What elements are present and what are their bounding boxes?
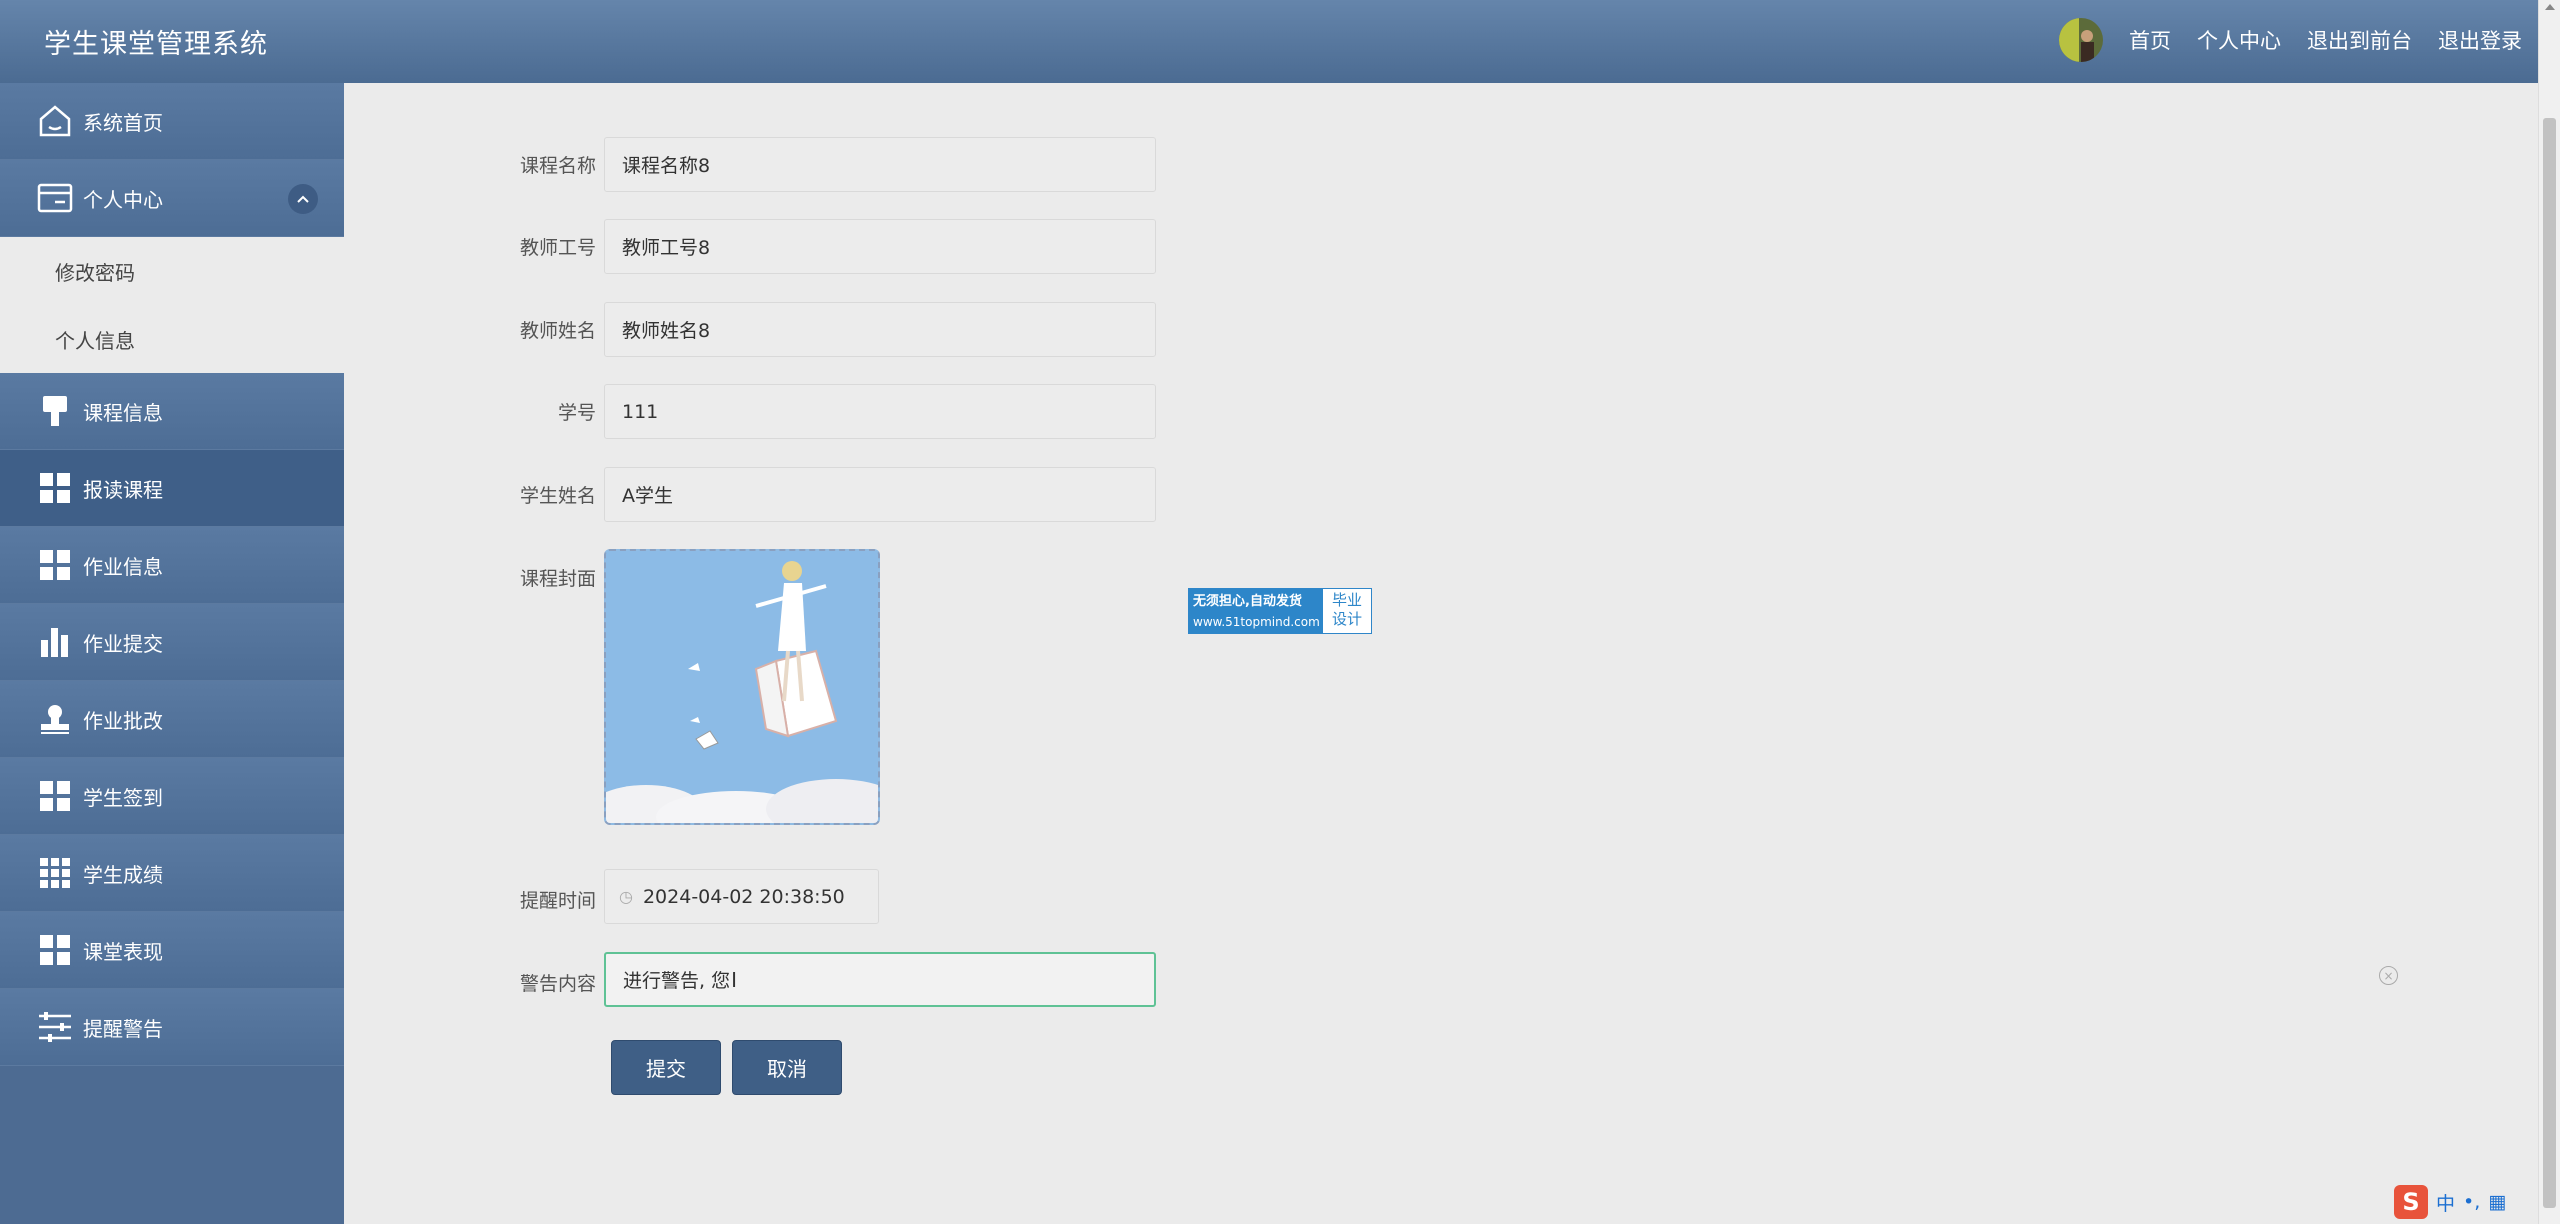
top-header: 学生课堂管理系统 首页 个人中心 退出到前台 退出登录 xyxy=(0,0,2538,83)
remind-time-label: 提醒时间 xyxy=(519,890,596,912)
ime-punct: •, xyxy=(2463,1191,2481,1213)
clear-icon[interactable]: × xyxy=(2379,966,2398,985)
text-cursor-icon: I xyxy=(731,967,737,992)
sidebar-item-label: 作业提交 xyxy=(83,631,163,656)
warning-content-input[interactable]: 进行警告, 您 I xyxy=(604,952,1156,1007)
nav-back-to-front-link[interactable]: 退出到前台 xyxy=(2307,25,2412,55)
sidebar-item-label: 系统首页 xyxy=(83,110,163,135)
watermark-line1: 无须担心,自动发货 xyxy=(1193,594,1302,609)
cancel-button[interactable]: 取消 xyxy=(732,1040,842,1095)
sidebar-item-label: 学生签到 xyxy=(83,785,163,810)
warning-content-value: 进行警告, 您 xyxy=(623,970,731,992)
chevron-up-icon[interactable] xyxy=(288,184,318,214)
stamp-icon xyxy=(35,699,75,739)
grid-icon xyxy=(35,930,75,970)
warning-content-label: 警告内容 xyxy=(519,973,596,995)
course-name-label: 课程名称 xyxy=(519,155,596,177)
nav-logout-link[interactable]: 退出登录 xyxy=(2438,25,2522,55)
grid-icon xyxy=(35,776,75,816)
clock-icon: ◷ xyxy=(619,887,633,906)
watermark-badge: 无须担心,自动发货 www.51topmind.com 毕业 设计 xyxy=(1188,588,1372,634)
student-name-label: 学生姓名 xyxy=(519,485,596,507)
watermark-right: 毕业 设计 xyxy=(1323,589,1371,633)
sidebar-item-label: 课堂表现 xyxy=(83,939,163,964)
watermark-right1: 毕业 xyxy=(1331,591,1362,609)
sidebar-item-student-checkin[interactable]: 学生签到 xyxy=(0,758,344,835)
app-title: 学生课堂管理系统 xyxy=(44,29,268,60)
student-id-label: 学号 xyxy=(557,402,596,424)
user-avatar[interactable] xyxy=(2059,18,2103,62)
scroll-thumb[interactable] xyxy=(2543,118,2556,1208)
remind-time-picker[interactable]: ◷ 2024-04-02 20:38:50 xyxy=(604,869,879,924)
header-nav: 首页 个人中心 退出到前台 退出登录 xyxy=(2059,18,2522,62)
submit-button[interactable]: 提交 xyxy=(611,1040,721,1095)
scroll-up-arrow-icon[interactable] xyxy=(2545,4,2555,10)
vertical-scrollbar[interactable] xyxy=(2538,0,2560,1224)
course-cover-label: 课程封面 xyxy=(519,568,596,590)
student-name-field[interactable]: A学生 xyxy=(604,467,1156,522)
teacher-name-field[interactable]: 教师姓名8 xyxy=(604,302,1156,357)
nav-home-link[interactable]: 首页 xyxy=(2129,25,2171,55)
teacher-name-label: 教师姓名 xyxy=(519,320,596,342)
watermark-right2: 设计 xyxy=(1331,610,1362,628)
sidebar-item-home[interactable]: 系统首页 xyxy=(0,83,344,160)
card-icon xyxy=(35,178,75,218)
course-name-field[interactable]: 课程名称8 xyxy=(604,137,1156,192)
bar-chart-icon xyxy=(35,622,75,662)
sidebar-item-label: 学生成绩 xyxy=(83,862,163,887)
watermark-line2: www.51topmind.com xyxy=(1193,615,1320,629)
ime-mode: 中 xyxy=(2436,1192,2456,1215)
nav-personal-center-link[interactable]: 个人中心 xyxy=(2197,25,2281,55)
teacher-id-label: 教师工号 xyxy=(519,237,596,259)
ime-grid-icon: ▦ xyxy=(2488,1191,2507,1213)
sidebar-item-homework-review[interactable]: 作业批改 xyxy=(0,681,344,758)
sidebar-item-label: 个人中心 xyxy=(83,187,163,212)
sidebar-item-label: 提醒警告 xyxy=(83,1016,163,1041)
sogou-logo-icon: S xyxy=(2394,1185,2428,1219)
home-icon xyxy=(35,101,75,141)
student-id-field[interactable]: 111 xyxy=(604,384,1156,439)
teacher-id-field[interactable]: 教师工号8 xyxy=(604,219,1156,274)
sidebar-item-homework-submit[interactable]: 作业提交 xyxy=(0,604,344,681)
sidebar-item-label: 作业批改 xyxy=(83,708,163,733)
course-cover-image[interactable] xyxy=(604,549,880,825)
sliders-icon xyxy=(35,1007,75,1047)
sidebar-item-reminder-warning[interactable]: 提醒警告 xyxy=(0,989,344,1066)
watermark-left: 无须担心,自动发货 www.51topmind.com xyxy=(1189,589,1323,633)
remind-time-value: 2024-04-02 20:38:50 xyxy=(642,885,845,908)
ime-indicator[interactable]: S 中 •, ▦ xyxy=(2394,1185,2507,1219)
